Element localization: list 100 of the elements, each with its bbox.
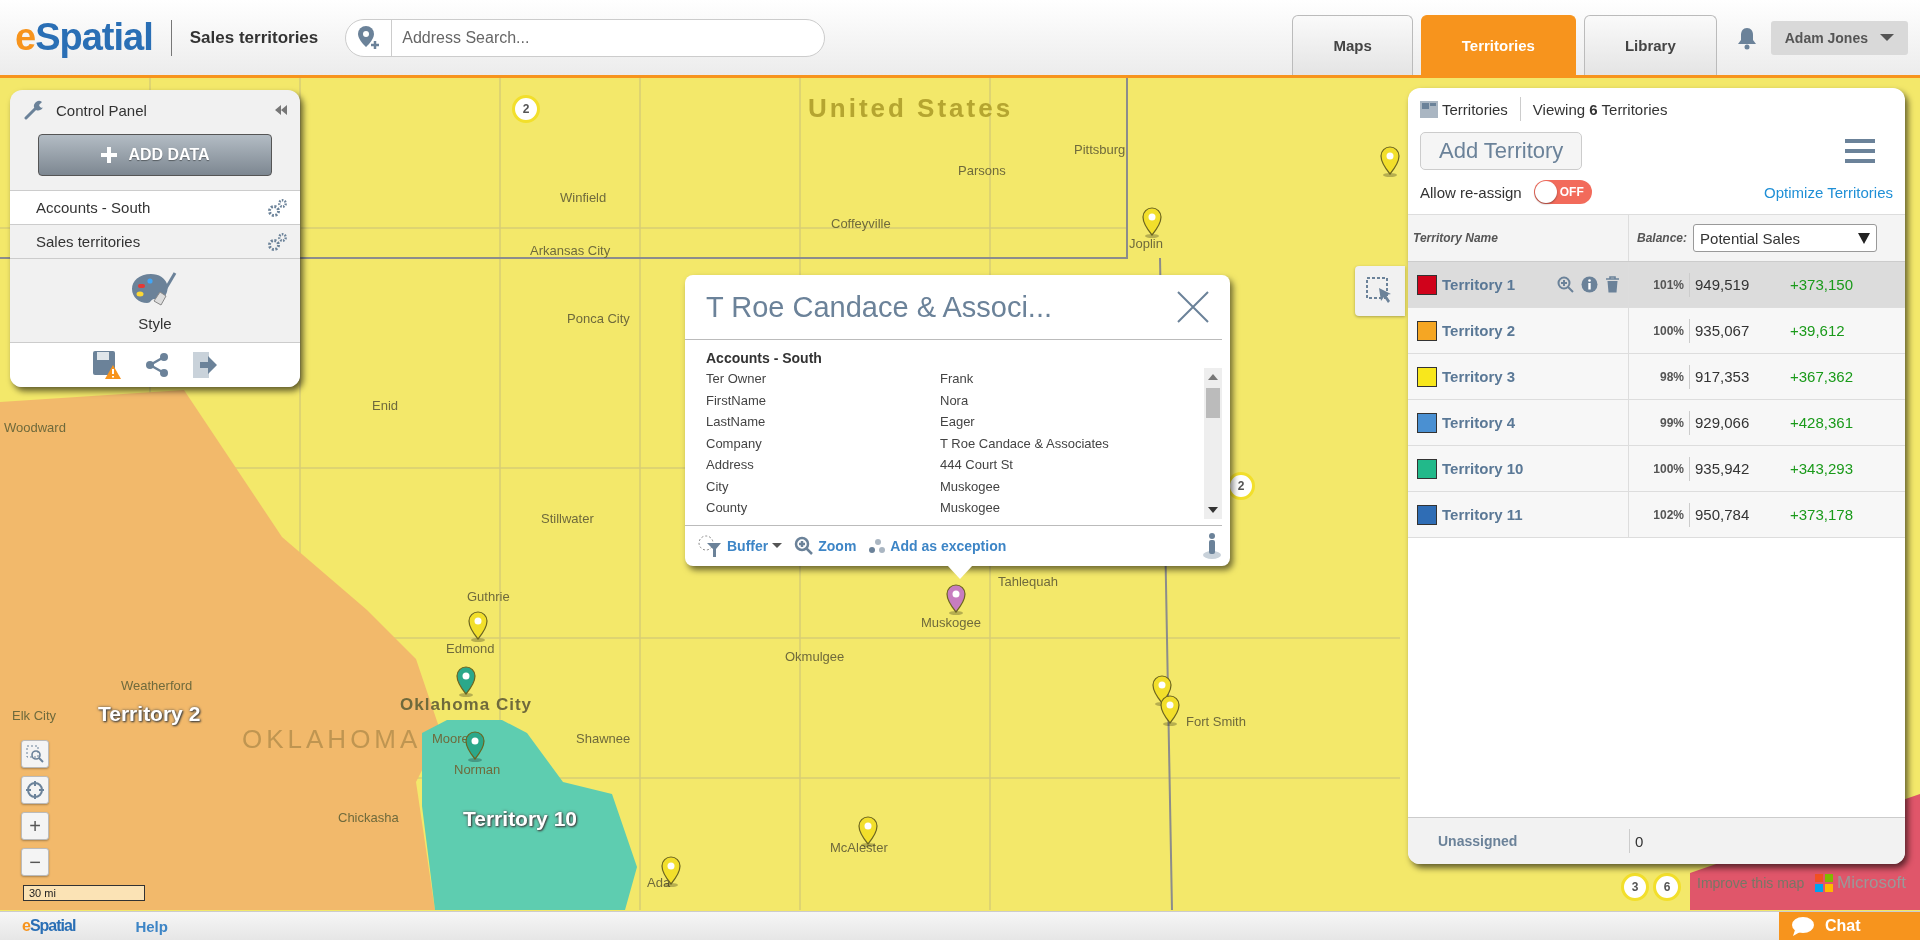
city-label: Moore <box>432 731 469 746</box>
wrench-icon <box>24 100 44 120</box>
territory-row[interactable]: Territory 1 101% 949,519 +373,150 <box>1408 262 1905 308</box>
export-icon[interactable] <box>192 351 218 379</box>
toggle-switch[interactable]: OFF <box>1533 180 1592 204</box>
sales-value: 935,067 <box>1694 322 1751 339</box>
field-value: T Roe Candace & Associates <box>940 435 1109 451</box>
difference-value: +373,178 <box>1790 506 1854 523</box>
collapse-icon[interactable] <box>274 104 288 116</box>
country-label: United States <box>808 93 1014 124</box>
section-heading: Accounts - South <box>706 350 823 366</box>
nav-tab[interactable]: Maps <box>1292 15 1413 75</box>
add-exception-button[interactable]: Add as exception <box>868 537 1007 554</box>
zoom-in-button[interactable]: + <box>21 812 49 840</box>
close-icon[interactable] <box>1176 290 1210 324</box>
sales-value: 917,353 <box>1694 368 1751 385</box>
user-menu-button[interactable]: Adam Jones <box>1770 20 1908 55</box>
map-pin-icon[interactable] <box>466 610 490 642</box>
buffer-funnel-icon <box>697 533 723 558</box>
save-warning-icon[interactable] <box>92 350 122 380</box>
gears-icon[interactable] <box>266 197 288 218</box>
city-label: Parsons <box>958 163 1006 178</box>
field-label: County <box>706 500 749 516</box>
cluster-count[interactable]: 6 <box>1653 873 1681 901</box>
map-pin-icon[interactable] <box>944 583 968 615</box>
address-search-field[interactable]: Address Search... <box>345 18 826 57</box>
cluster-count[interactable]: 2 <box>512 95 540 123</box>
territory-name[interactable]: Territory 1 <box>1442 276 1552 293</box>
city-label: Okmulgee <box>785 649 845 664</box>
percent-value: 100% <box>1652 461 1685 476</box>
field-value: Frank <box>940 371 974 387</box>
difference-value: +39,612 <box>1790 322 1846 339</box>
zoom-out-button[interactable]: − <box>21 848 49 876</box>
scrollbar[interactable] <box>1204 368 1222 519</box>
map-pin-icon[interactable] <box>454 665 478 697</box>
cluster-count[interactable]: 3 <box>1621 873 1649 901</box>
sales-value: 935,942 <box>1694 460 1751 477</box>
zoom-icon <box>794 535 815 556</box>
map-pin-icon[interactable] <box>1158 694 1182 726</box>
sales-value: 949,519 <box>1694 276 1751 293</box>
sales-value: 929,066 <box>1694 414 1751 431</box>
territory-name[interactable]: Territory 2 <box>1442 322 1628 339</box>
territory-label: Territory 2 <box>98 702 201 726</box>
percent-value: 99% <box>1658 415 1685 430</box>
espatial-logo[interactable]: eSpatial <box>22 917 76 935</box>
city-label: McAlester <box>830 840 888 855</box>
gears-icon[interactable] <box>266 231 288 252</box>
territory-name[interactable]: Territory 11 <box>1442 506 1628 523</box>
optimize-link[interactable]: Optimize Territories <box>1764 183 1893 201</box>
help-link[interactable]: Help <box>135 917 168 935</box>
add-territory-button[interactable]: Add Territory <box>1420 132 1583 170</box>
territory-name[interactable]: Territory 10 <box>1442 460 1628 477</box>
zoom-box-button[interactable] <box>21 740 49 768</box>
buffer-button[interactable]: Buffer <box>697 533 783 558</box>
territory-name[interactable]: Territory 4 <box>1442 414 1628 431</box>
unassigned-label: Unassigned <box>1437 833 1519 849</box>
territory-row[interactable]: Territory 3 98% 917,353 +367,362 <box>1408 354 1905 400</box>
percent-value: 98% <box>1658 369 1685 384</box>
territory-row[interactable]: Territory 4 99% 929,066 +428,361 <box>1408 400 1905 446</box>
share-icon[interactable] <box>144 352 170 378</box>
trash-icon[interactable] <box>1605 276 1620 293</box>
territory-row[interactable]: Territory 10 100% 935,942 +343,293 <box>1408 446 1905 492</box>
info-icon[interactable] <box>1581 276 1598 293</box>
city-label: Woodward <box>4 420 66 435</box>
map-title: Sales territories <box>189 27 319 48</box>
territory-label: Territory 10 <box>463 807 577 831</box>
city-label: Tahlequah <box>998 574 1058 589</box>
map-pin-icon[interactable] <box>1378 145 1402 177</box>
layer-name[interactable]: Accounts - South <box>36 199 151 216</box>
city-label: Edmond <box>446 641 495 656</box>
percent-value: 101% <box>1652 277 1685 292</box>
bell-icon[interactable] <box>1736 25 1757 50</box>
metric-dropdown[interactable]: Potential Sales <box>1693 224 1878 252</box>
city-label: Arkansas City <box>530 243 611 258</box>
city-label: Muskogee <box>921 615 981 630</box>
popup-title: T Roe Candace & Associ... <box>706 290 1053 324</box>
espatial-logo[interactable]: eSpatial <box>15 16 153 59</box>
nav-tab[interactable]: Library <box>1583 15 1717 75</box>
person-icon[interactable] <box>1202 531 1222 560</box>
zoom-button[interactable]: Zoom <box>794 535 857 556</box>
select-tool-button[interactable] <box>1355 266 1405 316</box>
territory-row[interactable]: Territory 11 102% 950,784 +373,178 <box>1408 492 1905 538</box>
difference-value: +343,293 <box>1790 460 1854 477</box>
territory-row[interactable]: Territory 2 100% 935,067 +39,612 <box>1408 308 1905 354</box>
field-label: FirstName <box>706 392 767 408</box>
add-data-button[interactable]: ADD DATA <box>38 134 272 176</box>
pin-plus-icon[interactable] <box>357 24 382 51</box>
city-label: Ponca City <box>567 311 630 326</box>
percent-value: 102% <box>1652 507 1685 522</box>
map-pin-icon[interactable] <box>1140 206 1164 238</box>
menu-icon[interactable] <box>1845 139 1875 163</box>
locate-button[interactable] <box>21 776 49 804</box>
city-label: Joplin <box>1129 236 1163 251</box>
city-label: Fort Smith <box>1186 714 1246 729</box>
zoom-in-icon[interactable] <box>1557 276 1574 293</box>
dots-icon <box>868 537 887 554</box>
layer-name[interactable]: Sales territories <box>36 233 141 250</box>
territory-name[interactable]: Territory 3 <box>1442 368 1628 385</box>
city-label: Norman <box>454 762 501 777</box>
city-label: Coffeyville <box>831 216 891 231</box>
